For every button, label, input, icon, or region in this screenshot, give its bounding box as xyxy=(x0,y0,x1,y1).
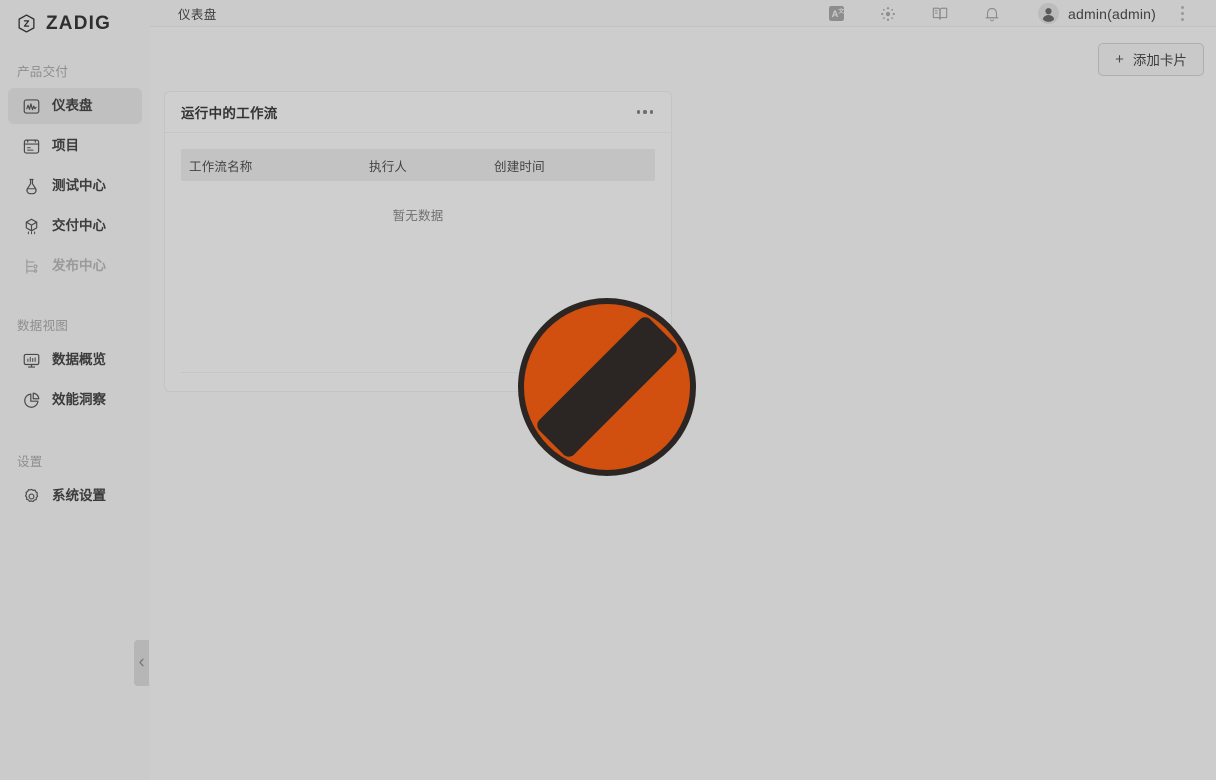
docs-book-icon xyxy=(931,5,949,23)
column-header-workflow-name: 工作流名称 xyxy=(189,159,253,174)
nav-list-data: 数据概览 效能洞察 xyxy=(0,342,150,418)
sidebar-item-efficiency-insight[interactable]: 效能洞察 xyxy=(8,382,142,418)
brand[interactable]: ZADIG xyxy=(0,0,150,46)
chevron-left-icon xyxy=(137,656,146,671)
main-area: 仪表盘 A 文 admin(admin) + 添加卡片 运行中的工作流 工作流名… xyxy=(150,0,1216,780)
column-header-created-time: 创建时间 xyxy=(494,159,545,174)
zadig-hexagon-logo-icon xyxy=(16,13,37,34)
ai-sparkle-icon xyxy=(879,5,897,23)
sidebar-item-label: 数据概览 xyxy=(52,352,106,368)
cards-area: 运行中的工作流 工作流名称 执行人 创建时间 暂无数据 xyxy=(162,91,1204,392)
gear-icon xyxy=(21,486,41,506)
sidebar-item-label: 系统设置 xyxy=(52,488,106,504)
sidebar-item-label: 项目 xyxy=(52,138,79,154)
card-header: 运行中的工作流 xyxy=(165,92,671,133)
workflows-table: 工作流名称 执行人 创建时间 暂无数据 xyxy=(181,149,655,224)
sidebar-collapse-handle[interactable] xyxy=(134,640,149,686)
add-card-label: 添加卡片 xyxy=(1132,53,1187,68)
project-board-icon xyxy=(21,136,41,156)
running-workflows-card: 运行中的工作流 工作流名称 执行人 创建时间 暂无数据 xyxy=(164,91,672,392)
pie-chart-icon xyxy=(21,390,41,410)
content-area: + 添加卡片 运行中的工作流 工作流名称 执行人 创建时间 暂无数据 xyxy=(150,27,1216,780)
dashboard-chart-icon xyxy=(21,96,41,116)
nav-list-delivery: 仪表盘 项目 测试中心 交付中心 发布中心 xyxy=(0,88,150,284)
breadcrumb: 仪表盘 xyxy=(178,8,217,22)
sidebar-item-label: 测试中心 xyxy=(52,178,106,194)
nav-group-label-data: 数据视图 xyxy=(17,318,69,333)
delivery-package-icon xyxy=(21,216,41,236)
sidebar-item-delivery-center[interactable]: 交付中心 xyxy=(8,208,142,244)
test-flask-icon xyxy=(21,176,41,196)
bell-icon xyxy=(983,5,1001,23)
svg-text:文: 文 xyxy=(838,7,844,15)
table-empty-state: 暂无数据 xyxy=(392,209,444,223)
translate-button[interactable]: A 文 xyxy=(810,0,862,27)
user-avatar-icon xyxy=(1038,3,1059,24)
card-footer-divider xyxy=(181,372,655,373)
ellipsis-menu-icon[interactable] xyxy=(635,104,656,120)
nav-list-settings: 系统设置 xyxy=(0,478,150,514)
sidebar-item-test-center[interactable]: 测试中心 xyxy=(8,168,142,204)
column-header-executor: 执行人 xyxy=(369,159,408,174)
card-body: 工作流名称 执行人 创建时间 暂无数据 xyxy=(165,133,671,391)
ai-assistant-button[interactable] xyxy=(862,0,914,27)
content-toolbar: + 添加卡片 xyxy=(162,27,1204,91)
nav-group-label-delivery: 产品交付 xyxy=(17,64,69,79)
sidebar-item-release-center[interactable]: 发布中心 xyxy=(8,248,142,284)
table-header-row: 工作流名称 执行人 创建时间 xyxy=(181,149,655,181)
nav-group-label-settings: 设置 xyxy=(17,454,43,469)
sidebar-item-system-settings[interactable]: 系统设置 xyxy=(8,478,142,514)
sidebar-item-label: 仪表盘 xyxy=(52,98,93,114)
user-menu[interactable]: admin(admin) xyxy=(1038,3,1156,24)
translate-icon: A 文 xyxy=(828,5,845,22)
username-label: admin(admin) xyxy=(1068,5,1156,22)
brand-name: ZADIG xyxy=(46,12,112,34)
sidebar-item-label: 发布中心 xyxy=(52,258,106,274)
release-branch-icon xyxy=(21,256,41,276)
sidebar-item-label: 效能洞察 xyxy=(52,392,106,408)
data-monitor-icon xyxy=(21,350,41,370)
sidebar-item-project[interactable]: 项目 xyxy=(8,128,142,164)
card-title: 运行中的工作流 xyxy=(181,106,278,121)
sidebar-item-label: 交付中心 xyxy=(52,218,106,234)
sidebar: ZADIG 产品交付 仪表盘 项目 测试中心 交付中心 发布中心 数据视图 数据… xyxy=(0,0,150,780)
topbar-overflow-button[interactable] xyxy=(1162,0,1202,27)
notifications-button[interactable] xyxy=(966,0,1018,27)
sidebar-item-dashboard[interactable]: 仪表盘 xyxy=(8,88,142,124)
app-root: ZADIG 产品交付 仪表盘 项目 测试中心 交付中心 发布中心 数据视图 数据… xyxy=(0,0,1216,780)
topbar-actions: A 文 admin(admin) xyxy=(810,0,1202,27)
plus-icon: + xyxy=(1115,50,1124,68)
docs-button[interactable] xyxy=(914,0,966,27)
kebab-menu-icon xyxy=(1180,5,1184,23)
sidebar-item-data-overview[interactable]: 数据概览 xyxy=(8,342,142,378)
add-card-button[interactable]: + 添加卡片 xyxy=(1098,42,1204,76)
topbar: 仪表盘 A 文 admin(admin) xyxy=(150,0,1216,27)
